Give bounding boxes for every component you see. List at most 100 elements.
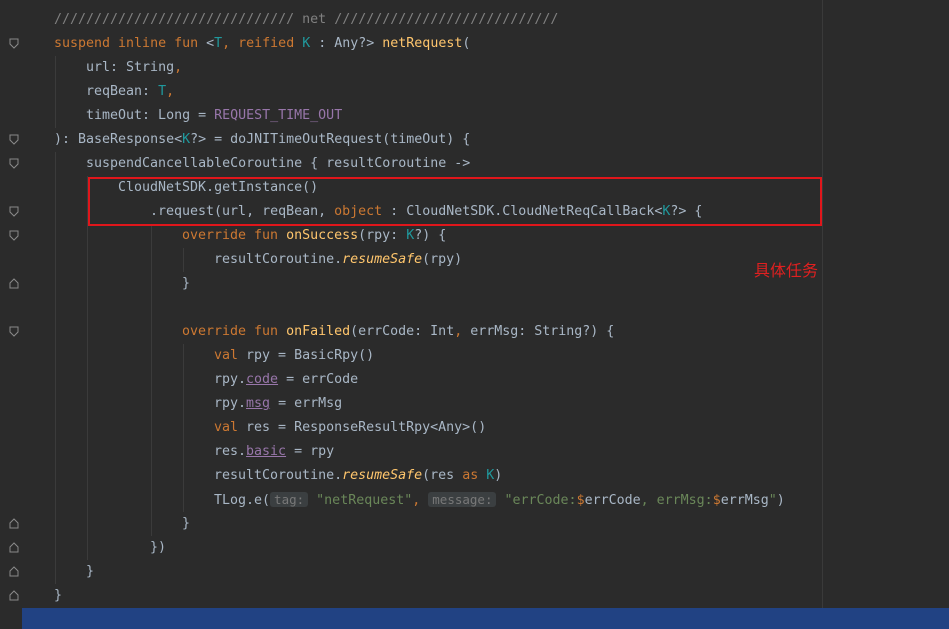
code-line: url: String, bbox=[86, 56, 182, 80]
template-var: errMsg bbox=[720, 493, 769, 508]
fold-icon[interactable] bbox=[9, 158, 19, 169]
fold-icon[interactable] bbox=[9, 326, 19, 337]
fold-icon[interactable] bbox=[9, 566, 19, 577]
token: (res bbox=[422, 468, 463, 483]
code-line: ////////////////////////////// net /////… bbox=[54, 12, 559, 27]
function-name: netRequest bbox=[382, 36, 463, 51]
indent-guide bbox=[55, 56, 56, 128]
type-param: K bbox=[406, 228, 415, 243]
token: ( bbox=[462, 36, 471, 51]
function-name: onFailed bbox=[286, 324, 351, 339]
param-hint: tag: bbox=[270, 492, 309, 507]
code-line: ): BaseResponse<K?> = doJNITimeOutReques… bbox=[54, 128, 470, 152]
type-param: T bbox=[158, 84, 167, 99]
type-param: K bbox=[182, 132, 191, 147]
indent-guide bbox=[87, 176, 88, 560]
fold-icon[interactable] bbox=[9, 278, 19, 289]
token: : String bbox=[110, 60, 175, 75]
constant: REQUEST_TIME_OUT bbox=[214, 108, 343, 123]
token: ) bbox=[494, 468, 503, 483]
string-literal: " bbox=[768, 493, 777, 508]
property: code bbox=[246, 372, 279, 387]
fold-icon[interactable] bbox=[9, 38, 19, 49]
param: timeOut bbox=[86, 108, 143, 123]
code-line: resultCoroutine.resumeSafe(rpy) bbox=[214, 248, 462, 272]
keyword: override fun bbox=[182, 324, 287, 339]
token: ): BaseResponse< bbox=[54, 132, 183, 147]
token: ?) { bbox=[414, 228, 447, 243]
code-line: rpy.code = errCode bbox=[214, 368, 358, 392]
code-line: override fun onFailed(errCode: Int, errM… bbox=[182, 320, 614, 344]
fold-icon[interactable] bbox=[9, 230, 19, 241]
keyword: override fun bbox=[182, 228, 287, 243]
token: , bbox=[412, 493, 429, 508]
indent-guide bbox=[183, 344, 184, 512]
code-line: }) bbox=[150, 540, 167, 555]
code-line: } bbox=[182, 276, 191, 291]
keyword: val bbox=[214, 348, 247, 363]
token: TLog.e( bbox=[214, 493, 271, 508]
string-literal: , errMsg: bbox=[640, 493, 713, 508]
token: res = ResponseResultRpy<Any>() bbox=[246, 420, 487, 435]
string-literal: "netRequest" bbox=[316, 493, 413, 508]
template-dollar: $ bbox=[576, 493, 585, 508]
indent-guide bbox=[183, 248, 184, 272]
method-call: resumeSafe bbox=[342, 468, 423, 483]
param-hint: message: bbox=[428, 492, 497, 507]
keyword: reified bbox=[238, 36, 303, 51]
template-var: errCode bbox=[584, 493, 641, 508]
keyword: as bbox=[462, 468, 487, 483]
code-line: timeOut: Long = REQUEST_TIME_OUT bbox=[86, 104, 342, 128]
token: (rpy: bbox=[358, 228, 407, 243]
code-line: TLog.e(tag: "netRequest", message: "errC… bbox=[214, 488, 785, 512]
template-dollar: $ bbox=[712, 493, 721, 508]
token: , bbox=[166, 84, 175, 99]
fold-icon[interactable] bbox=[9, 206, 19, 217]
token: = rpy bbox=[286, 444, 335, 459]
token: ) bbox=[776, 493, 785, 508]
keyword: val bbox=[214, 420, 247, 435]
selection-bar bbox=[22, 608, 949, 629]
token: resultCoroutine. bbox=[214, 252, 343, 267]
fold-icon[interactable] bbox=[9, 590, 19, 601]
code-line: reqBean: T, bbox=[86, 80, 174, 104]
token: resultCoroutine. bbox=[214, 468, 343, 483]
token: rpy. bbox=[214, 396, 247, 411]
editor-gutter bbox=[0, 0, 30, 629]
string-literal: "errCode: bbox=[504, 493, 577, 508]
function-name: onSuccess bbox=[286, 228, 359, 243]
param: reqBean bbox=[86, 84, 143, 99]
code-line: suspendCancellableCoroutine { resultCoro… bbox=[86, 156, 471, 171]
fold-icon[interactable] bbox=[9, 542, 19, 553]
fold-icon[interactable] bbox=[9, 518, 19, 529]
property: msg bbox=[246, 396, 271, 411]
token: , bbox=[222, 36, 239, 51]
token: = errCode bbox=[278, 372, 359, 387]
highlight-box bbox=[88, 177, 822, 226]
annotation-note: 具体任务 bbox=[754, 261, 819, 280]
indent-guide bbox=[55, 152, 56, 584]
fold-icon[interactable] bbox=[9, 134, 19, 145]
indent-guide bbox=[151, 224, 152, 536]
right-margin-guide bbox=[822, 0, 823, 629]
token: errMsg: String?) { bbox=[470, 324, 615, 339]
type-param: T bbox=[214, 36, 223, 51]
method-call: resumeSafe bbox=[342, 252, 423, 267]
token: , bbox=[174, 60, 183, 75]
code-line: } bbox=[182, 516, 191, 531]
token: ?> = doJNITimeOutRequest(timeOut) { bbox=[190, 132, 471, 147]
token: (errCode: Int bbox=[350, 324, 455, 339]
token: = errMsg bbox=[270, 396, 343, 411]
code-line: rpy.msg = errMsg bbox=[214, 392, 342, 416]
code-line: override fun onSuccess(rpy: K?) { bbox=[182, 224, 446, 248]
token: (rpy) bbox=[422, 252, 463, 267]
token: rpy. bbox=[214, 372, 247, 387]
code-line: } bbox=[54, 588, 63, 603]
param: url bbox=[86, 60, 111, 75]
token: rpy = BasicRpy() bbox=[246, 348, 375, 363]
code-line: resultCoroutine.resumeSafe(res as K) bbox=[214, 464, 502, 488]
keyword: suspend inline fun bbox=[54, 36, 207, 51]
code-line: val res = ResponseResultRpy<Any>() bbox=[214, 416, 486, 440]
code-line: suspend inline fun <T, reified K : Any?>… bbox=[54, 32, 470, 56]
token: , bbox=[454, 324, 471, 339]
